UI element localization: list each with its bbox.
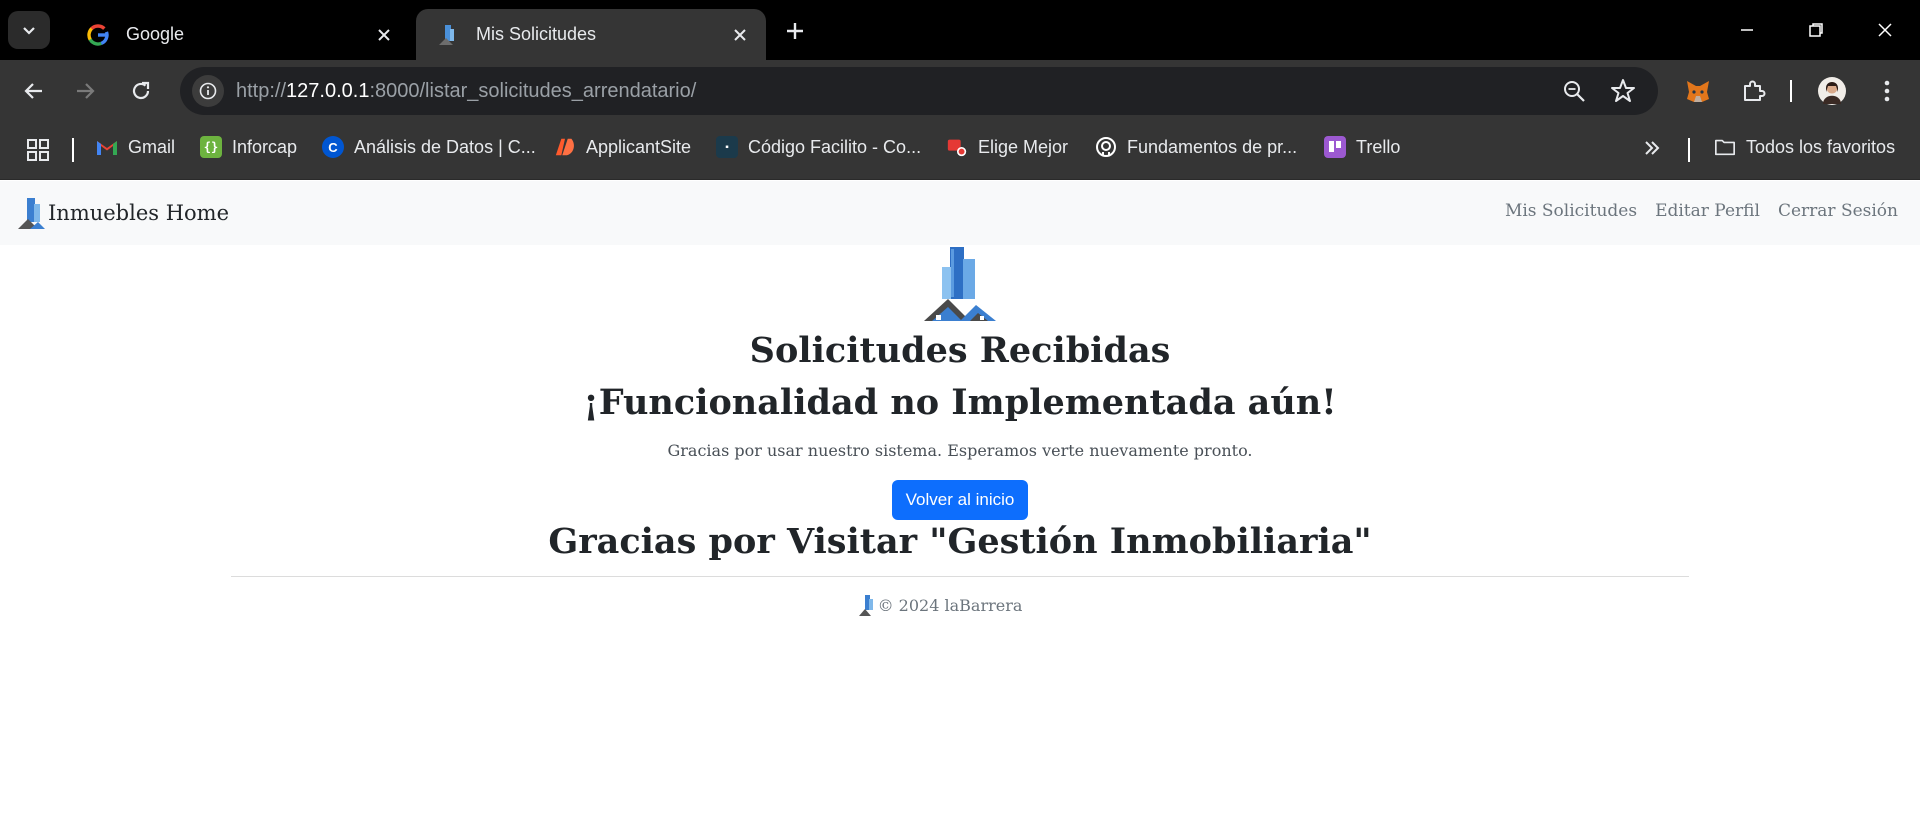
bookmark-fundamentos[interactable]: Fundamentos de pr... xyxy=(1095,136,1297,158)
minimize-icon xyxy=(1741,29,1753,31)
tab-google[interactable]: Google xyxy=(66,9,410,60)
back-button[interactable] xyxy=(15,73,51,109)
bookmark-elige-mejor[interactable]: Elige Mejor xyxy=(946,136,1068,158)
eligemejor-icon xyxy=(946,136,968,158)
address-bar[interactable]: http://127.0.0.1:8000/listar_solicitudes… xyxy=(180,67,1658,115)
bookmark-label: Gmail xyxy=(128,136,176,157)
codigofacilito-icon: ▪ xyxy=(716,136,738,158)
menu-button[interactable] xyxy=(1870,74,1904,108)
building-logo-icon xyxy=(436,23,460,47)
nav-link-editar-perfil[interactable]: Editar Perfil xyxy=(1655,201,1760,221)
url-host: 127.0.0.1 xyxy=(286,80,370,102)
browser-toolbar: http://127.0.0.1:8000/listar_solicitudes… xyxy=(0,60,1920,120)
bookmark-trello[interactable]: Trello xyxy=(1324,136,1400,158)
apps-grid-icon xyxy=(27,139,49,161)
bookmark-gmail[interactable]: Gmail xyxy=(96,136,175,158)
bookmarks-divider xyxy=(1688,138,1690,162)
close-tab-icon[interactable] xyxy=(728,23,752,47)
profile-avatar[interactable] xyxy=(1815,74,1849,108)
new-tab-button[interactable] xyxy=(780,16,810,46)
nav-link-mis-solicitudes[interactable]: Mis Solicitudes xyxy=(1505,201,1637,221)
url-scheme: http:// xyxy=(236,80,287,102)
lead-text: Gracias por usar nuestro sistema. Espera… xyxy=(667,441,1253,460)
plus-icon xyxy=(787,23,803,39)
close-tab-icon[interactable] xyxy=(372,23,396,47)
nav-links: Mis Solicitudes Editar Perfil Cerrar Ses… xyxy=(1505,201,1898,221)
back-to-home-button[interactable]: Volver al inicio xyxy=(891,480,1029,520)
bookmark-label: Fundamentos de pr... xyxy=(1127,136,1298,157)
apps-button[interactable] xyxy=(26,138,50,162)
main-content: Solicitudes Recibidas ¡Funcionalidad no … xyxy=(0,245,1920,617)
coursera-icon: C xyxy=(322,136,344,158)
url-text[interactable]: http://127.0.0.1:8000/listar_solicitudes… xyxy=(236,80,696,103)
page-title: Solicitudes Recibidas xyxy=(749,330,1171,371)
reload-button[interactable] xyxy=(123,73,159,109)
brand-name: Inmuebles Home xyxy=(48,201,230,225)
gmail-icon xyxy=(96,136,118,158)
metamask-extension-icon[interactable] xyxy=(1681,74,1715,108)
inforcap-icon: {} xyxy=(200,136,222,158)
url-path: :8000/listar_solicitudes_arrendatario/ xyxy=(369,80,697,102)
tab-title: Mis Solicitudes xyxy=(476,24,597,44)
site-navbar: Inmuebles Home Mis Solicitudes Editar Pe… xyxy=(0,181,1920,245)
applicantsite-icon xyxy=(554,136,576,158)
thanks-heading: Gracias por Visitar "Gestión Inmobiliari… xyxy=(548,521,1372,562)
close-window-button[interactable] xyxy=(1862,12,1908,48)
bookmark-label: Trello xyxy=(1356,136,1401,157)
bookmark-codigo-facilito[interactable]: ▪ Código Facilito - Co... xyxy=(716,136,921,158)
footer-copyright: © 2024 laBarrera xyxy=(877,595,1023,615)
bookmarks-bar: Gmail {} Inforcap C Análisis de Datos | … xyxy=(0,120,1920,180)
tab-title: Google xyxy=(126,24,185,44)
toolbar-divider xyxy=(1790,80,1792,102)
bookmarks-overflow-button[interactable] xyxy=(1642,138,1662,158)
close-icon xyxy=(1878,23,1892,37)
tab-strip: Google Mis Solicitudes xyxy=(0,0,1920,60)
bookmark-label: ApplicantSite xyxy=(586,136,692,157)
folder-icon xyxy=(1714,136,1736,158)
forward-button[interactable] xyxy=(68,73,104,109)
arrow-right-icon xyxy=(77,83,95,99)
restore-button[interactable] xyxy=(1793,12,1839,48)
extensions-icon[interactable] xyxy=(1736,74,1770,108)
page-subtitle: ¡Funcionalidad no Implementada aún! xyxy=(583,382,1337,423)
bookmark-label: Análisis de Datos | C... xyxy=(354,136,536,157)
restore-icon xyxy=(1809,23,1823,37)
bookmark-analisis-datos[interactable]: C Análisis de Datos | C... xyxy=(322,136,536,158)
minimize-button[interactable] xyxy=(1724,12,1770,48)
google-icon xyxy=(86,23,110,47)
footer: © 2024 laBarrera xyxy=(0,593,1920,617)
more-vert-icon xyxy=(1884,80,1890,102)
site-info-icon[interactable] xyxy=(192,75,224,107)
arrow-left-icon xyxy=(24,83,42,99)
tab-search-button[interactable] xyxy=(8,11,50,49)
bookmark-star-icon[interactable] xyxy=(1610,78,1636,104)
bookmark-label: Elige Mejor xyxy=(978,136,1069,157)
github-icon xyxy=(1095,136,1117,158)
tab-mis-solicitudes[interactable]: Mis Solicitudes xyxy=(416,9,766,60)
chevron-double-right-icon xyxy=(1645,141,1660,155)
nav-link-cerrar-sesion[interactable]: Cerrar Sesión xyxy=(1778,201,1898,221)
bookmark-inforcap[interactable]: {} Inforcap xyxy=(200,136,297,158)
reload-icon xyxy=(132,81,150,100)
bookmark-label: Inforcap xyxy=(232,136,298,157)
footer-divider xyxy=(231,576,1689,577)
zoom-icon[interactable] xyxy=(1562,79,1588,105)
building-logo-icon xyxy=(858,595,873,616)
bookmark-label: Código Facilito - Co... xyxy=(748,136,922,157)
building-logo-icon xyxy=(18,198,45,229)
bookmarks-divider xyxy=(72,138,74,162)
building-logo-icon xyxy=(924,247,996,321)
trello-icon xyxy=(1324,136,1346,158)
site-brand-link[interactable]: Inmuebles Home xyxy=(16,195,229,231)
all-bookmarks-label: Todos los favoritos xyxy=(1746,136,1896,157)
chevron-down-icon xyxy=(23,27,35,35)
bookmark-applicantsite[interactable]: ApplicantSite xyxy=(554,136,691,158)
all-bookmarks-button[interactable]: Todos los favoritos xyxy=(1714,136,1895,158)
